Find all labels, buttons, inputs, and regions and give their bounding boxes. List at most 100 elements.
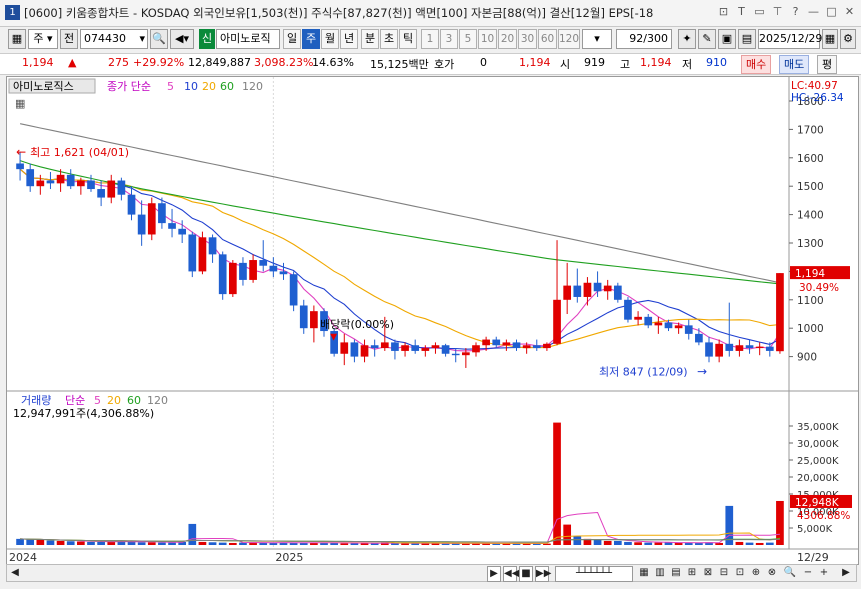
pin-icon[interactable]: ⊤ (770, 4, 785, 20)
close-icon[interactable]: ✕ (842, 4, 857, 20)
chart-area[interactable]: 9001000110012001300140015001600170018005… (6, 76, 859, 565)
grid-view-icon[interactable]: ▦ (637, 566, 651, 580)
chevron-down-icon[interactable]: ▾ (139, 30, 145, 48)
candle-body (421, 348, 430, 351)
low-annotation: 최저 847 (12/09) (599, 366, 688, 379)
period-year[interactable]: 년 (340, 29, 358, 49)
candle-body (492, 339, 501, 346)
price-change: 275 (108, 56, 129, 69)
period-day[interactable]: 일 (283, 29, 301, 49)
data-count-value: 92 (629, 32, 644, 45)
restore-icon[interactable]: ▭ (752, 4, 767, 20)
interval-select[interactable]: ▾ (582, 29, 612, 49)
candle-body (613, 285, 622, 300)
volume-bar (644, 542, 653, 545)
candle-body (239, 262, 247, 280)
text-icon[interactable]: T (734, 4, 749, 20)
minute-1[interactable]: 1 (421, 29, 439, 49)
settings-icon[interactable]: ⚙ (840, 29, 856, 49)
calendar-picker-icon[interactable]: ▦ (822, 29, 838, 49)
stop-icon[interactable]: ■ (519, 566, 533, 582)
volume-bar (624, 541, 632, 545)
price-tick-label: 1400 (797, 210, 824, 222)
save-icon[interactable]: ▣ (718, 29, 736, 49)
candle-body (735, 345, 744, 351)
layout-icon[interactable]: ▦ (8, 29, 26, 49)
type-select[interactable]: 주 ▾ (28, 29, 58, 49)
play-icon[interactable]: ▶ (487, 566, 501, 582)
volume-bar (340, 543, 349, 545)
stock-code-input[interactable]: 074430 ▾ (80, 29, 148, 49)
volume-tick-label: 20,000K (797, 473, 839, 484)
tool1-icon[interactable]: ⊞ (685, 566, 699, 580)
low-arrow-icon: → (697, 365, 707, 379)
link-icon[interactable]: ⊡ (716, 4, 731, 20)
table-view-icon[interactable]: ▤ (669, 566, 683, 580)
volume-ma-period-label: 5 (94, 394, 101, 407)
minute-20[interactable]: 20 (498, 29, 517, 49)
minute-30[interactable]: 30 (518, 29, 537, 49)
scroll-left-icon[interactable]: ◀ (9, 566, 21, 580)
speed-slider[interactable]: ┴┴┴┴┴┴ (555, 566, 633, 582)
maximize-icon[interactable]: □ (824, 4, 839, 20)
forward-icon[interactable]: ▶▶ (535, 566, 551, 582)
ma-period-label: 120 (242, 80, 263, 93)
candle-body (664, 322, 673, 329)
candle-body (87, 180, 95, 190)
sell-button[interactable]: 매도 (779, 55, 810, 74)
date-input[interactable]: 2025/12/29 (758, 29, 822, 49)
quote-value: 0 (480, 56, 487, 69)
minute-10[interactable]: 10 (478, 29, 497, 49)
minute-5[interactable]: 5 (459, 29, 477, 49)
volume-bar (634, 542, 642, 545)
volume-tick-label: 30,000K (797, 439, 839, 450)
volume-ma-period-label: 20 (107, 394, 121, 407)
search-icon[interactable]: 🔍 (150, 29, 168, 49)
minute-3[interactable]: 3 (440, 29, 458, 49)
horizontal-scrollbar[interactable]: ◀ ▶ ◀◀ ■ ▶▶ ┴┴┴┴┴┴ ▦ ▥ ▤ ⊞ ⊠ ⊟ ⊡ ⊕ ⊗ 🔍 −… (6, 564, 857, 582)
candle-body (674, 325, 683, 329)
chart-svg[interactable]: 9001000110012001300140015001600170018005… (7, 77, 858, 564)
ma-period-label: 5 (167, 80, 174, 93)
tool3-icon[interactable]: ⊟ (717, 566, 731, 580)
high-arrow-icon: ← (16, 145, 26, 159)
volume-bar (289, 542, 298, 545)
zoom-in-icon[interactable]: + (817, 566, 831, 580)
eval-button[interactable]: 평 (817, 55, 838, 74)
buy-button[interactable]: 매수 (741, 55, 772, 74)
price-tick-label: 1600 (797, 153, 824, 165)
help-icon[interactable]: ? (788, 4, 803, 20)
all-button[interactable]: 전 (60, 29, 78, 49)
data-count-field[interactable]: 92/300 (616, 29, 672, 49)
candle-body (370, 345, 379, 349)
period-month[interactable]: 월 (321, 29, 339, 49)
draw-icon[interactable]: ✎ (698, 29, 716, 49)
candle-body (218, 254, 227, 295)
period-tick[interactable]: 틱 (399, 29, 417, 49)
speaker-icon[interactable]: ◀▾ (170, 29, 194, 49)
minute-60[interactable]: 60 (538, 29, 557, 49)
tool2-icon[interactable]: ⊠ (701, 566, 715, 580)
quote-label: 호가 (434, 58, 455, 71)
volume-bar (26, 539, 35, 545)
scroll-right-icon[interactable]: ▶ (840, 566, 852, 580)
candle-body (289, 274, 298, 306)
rewind-icon[interactable]: ◀◀ (503, 566, 519, 582)
zoom-out-icon[interactable]: − (801, 566, 815, 580)
period-minute[interactable]: 분 (361, 29, 379, 49)
period-second[interactable]: 초 (380, 29, 398, 49)
tool4-icon[interactable]: ⊡ (733, 566, 747, 580)
candle-body (472, 345, 480, 353)
zoom-search-icon[interactable]: 🔍 (783, 566, 797, 580)
tool5-icon[interactable]: ⊕ (749, 566, 763, 580)
tool6-icon[interactable]: ⊗ (765, 566, 779, 580)
bar-view-icon[interactable]: ▥ (653, 566, 667, 580)
stock-name-field[interactable]: 아미노로직 (216, 29, 280, 49)
app-icon[interactable]: 1 (5, 5, 20, 20)
minimize-icon[interactable]: — (806, 4, 821, 20)
volume-bar (745, 542, 754, 545)
tools-icon[interactable]: ✦ (678, 29, 696, 49)
minute-120[interactable]: 120 (558, 29, 580, 49)
calendar-icon[interactable]: ▤ (738, 29, 756, 49)
period-week[interactable]: 주 (302, 29, 320, 49)
